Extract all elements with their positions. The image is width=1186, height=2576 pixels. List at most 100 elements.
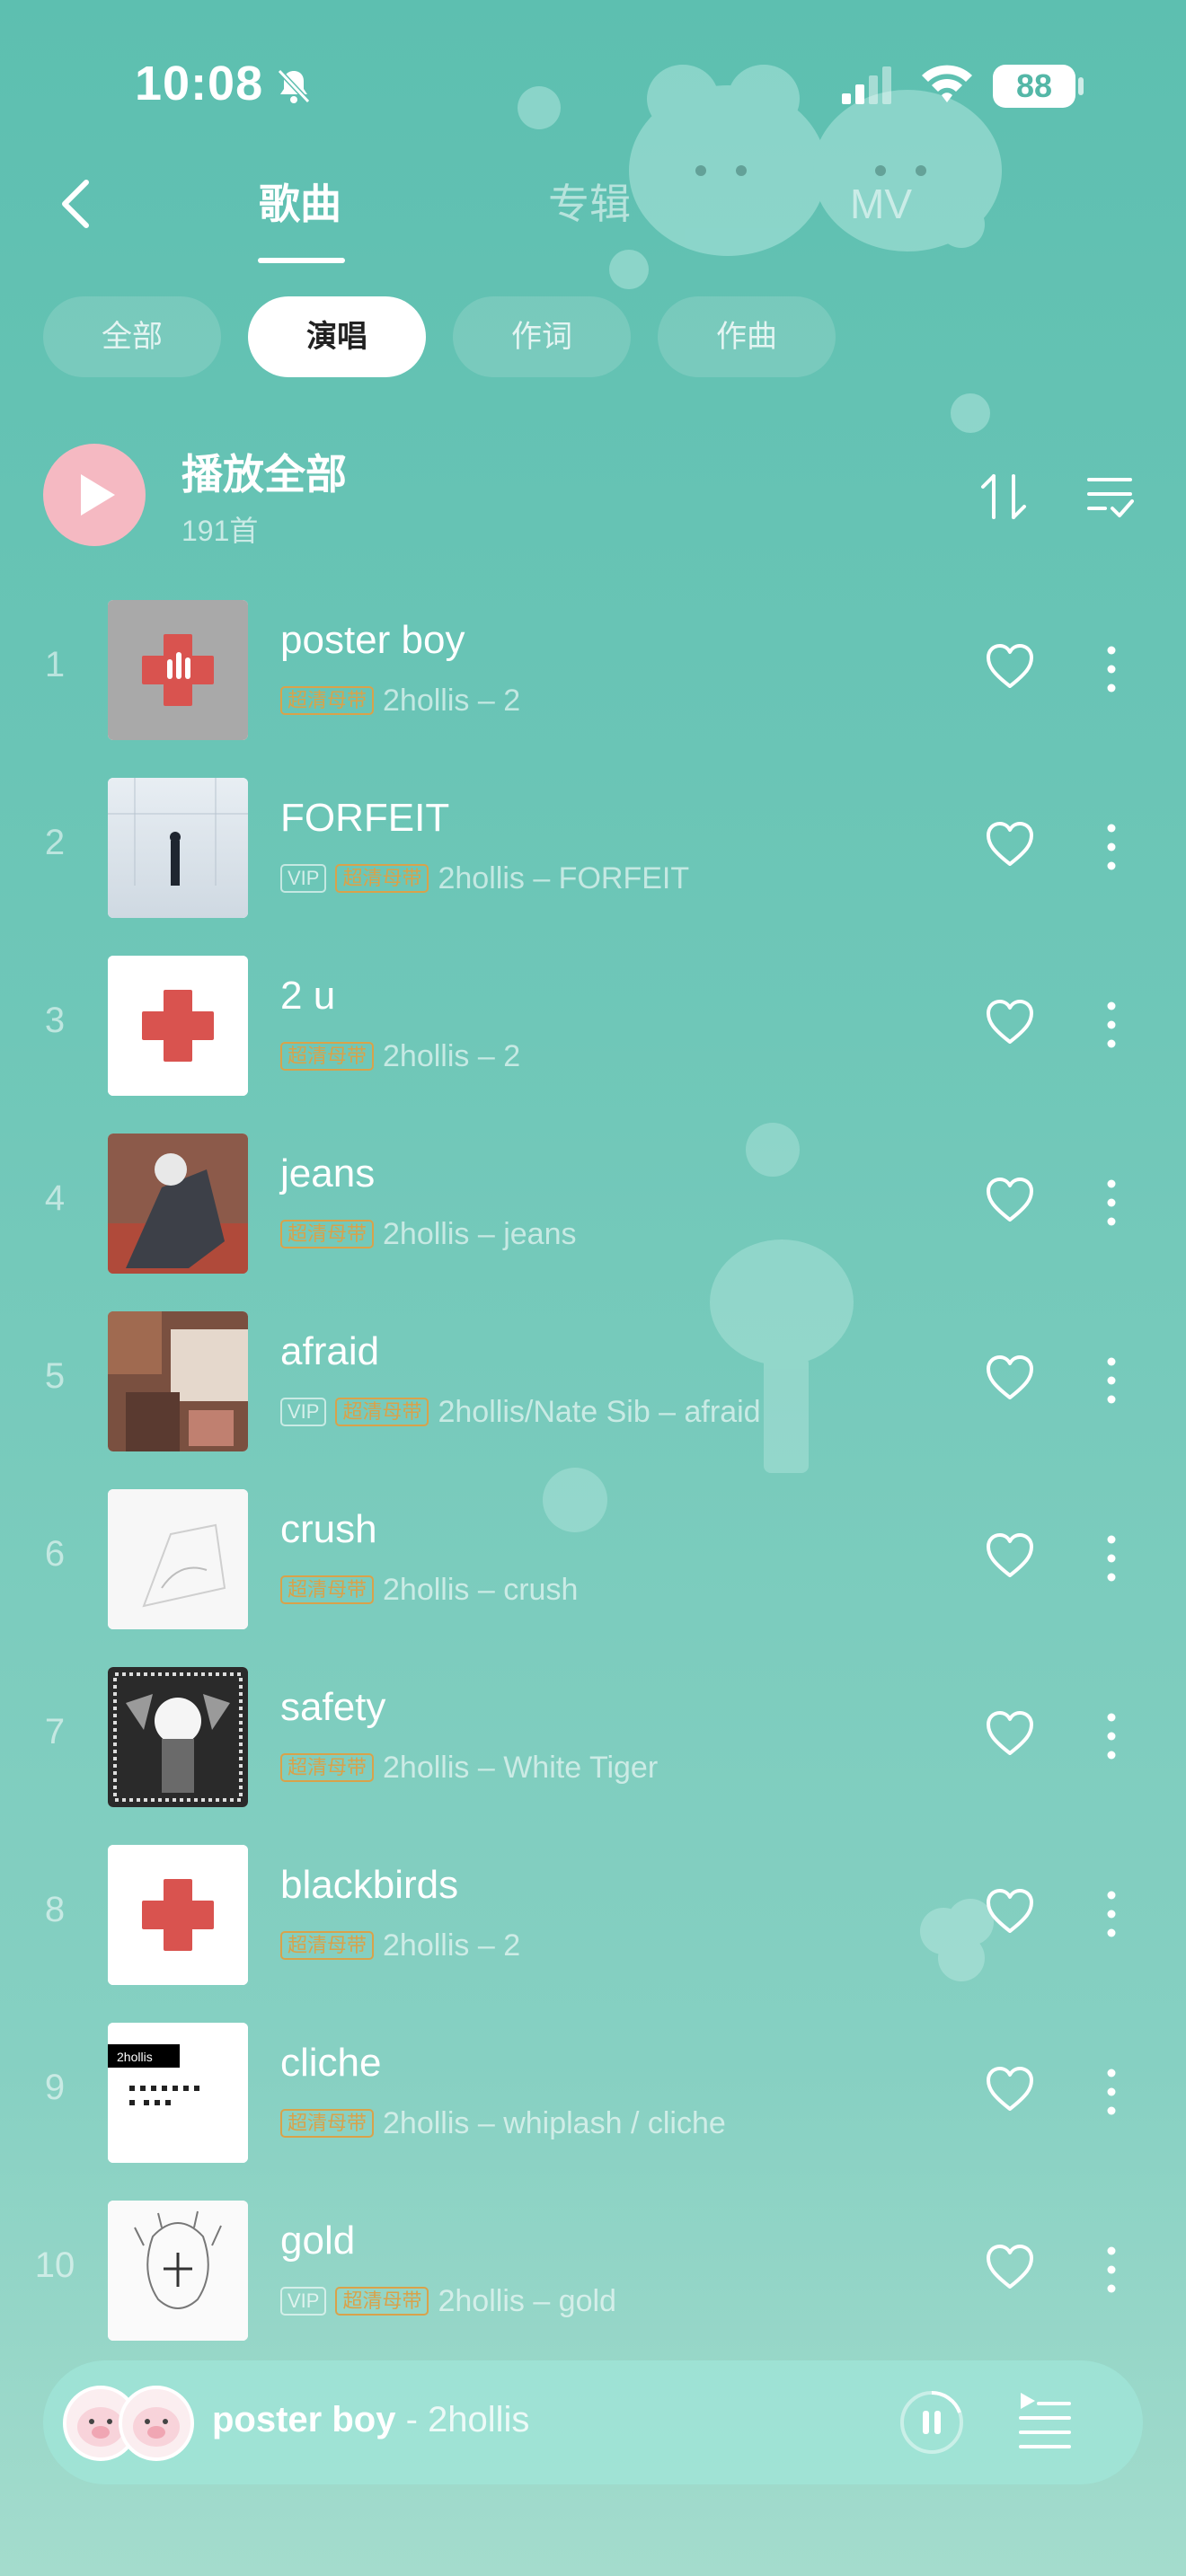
song-row[interactable]: 7 safety 超清母带 2hollis – White Tiger (0, 1649, 1186, 1827)
song-row[interactable]: 5 afraid VIP 超清母带 2hollis/Nate Sib – afraid (0, 1293, 1186, 1471)
song-count: 191首 (181, 515, 259, 547)
hq-badge: 超清母带 (280, 1575, 375, 1604)
heart-icon[interactable] (985, 2244, 1035, 2290)
song-index: 2 (44, 823, 66, 862)
hq-badge: 超清母带 (280, 1220, 375, 1248)
song-index: 9 (44, 2068, 66, 2107)
more-options-icon[interactable] (1098, 1178, 1125, 1227)
heart-icon[interactable] (985, 999, 1035, 1045)
back-arrow-icon[interactable] (54, 175, 99, 233)
song-index: 6 (44, 1534, 66, 1574)
more-options-icon[interactable] (1098, 1534, 1125, 1583)
album-cover[interactable] (108, 1845, 248, 1985)
song-index: 10 (34, 2245, 75, 2285)
heart-icon[interactable] (985, 821, 1035, 868)
multi-select-icon[interactable] (1085, 474, 1134, 519)
more-options-icon[interactable] (1098, 2245, 1125, 2294)
heart-icon[interactable] (985, 643, 1035, 690)
song-index: 1 (44, 645, 66, 684)
bell-muted-icon (277, 68, 311, 104)
song-title[interactable]: FORFEIT (280, 796, 449, 841)
heart-icon[interactable] (985, 1532, 1035, 1579)
song-artist-album: 2hollis – gold (438, 2283, 616, 2318)
tab-albums[interactable]: 专辑 (548, 175, 631, 233)
more-options-icon[interactable] (1098, 1890, 1125, 1938)
song-index: 5 (44, 1356, 66, 1396)
song-row[interactable]: 6 crush 超清母带 2hollis – crush (0, 1471, 1186, 1649)
more-options-icon[interactable] (1098, 823, 1125, 871)
now-playing-artist: 2hollis (428, 2400, 530, 2439)
filter-chip-vocal[interactable]: 演唱 (248, 296, 426, 377)
sort-icon[interactable] (978, 472, 1030, 521)
more-options-icon[interactable] (1098, 1356, 1125, 1405)
song-row[interactable]: 10 gold VIP 超清母带 2hollis – gold (0, 2183, 1186, 2360)
hq-badge: 超清母带 (280, 1931, 375, 1960)
song-title[interactable]: jeans (280, 1151, 375, 1196)
album-cover[interactable] (108, 956, 248, 1096)
vip-badge: VIP (280, 2287, 327, 2316)
song-artist-album: 2hollis/Nate Sib – afraid (438, 1394, 761, 1429)
song-index: 8 (44, 1890, 66, 1929)
song-title[interactable]: 2 u (280, 974, 335, 1019)
hq-badge: 超清母带 (280, 1042, 375, 1071)
heart-icon[interactable] (985, 1888, 1035, 1935)
song-row[interactable]: 4 jeans 超清母带 2hollis – jeans (0, 1116, 1186, 1293)
more-options-icon[interactable] (1098, 645, 1125, 693)
song-artist-album: 2hollis – White Tiger (383, 1750, 659, 1785)
more-options-icon[interactable] (1098, 1712, 1125, 1760)
song-row[interactable]: 1 poster boy 超清母带 2hollis – 2 (0, 582, 1186, 760)
play-all-label[interactable]: 播放全部 (181, 442, 347, 501)
album-cover[interactable] (108, 600, 248, 740)
album-cover[interactable] (108, 1667, 248, 1807)
vip-badge: VIP (280, 864, 327, 893)
now-playing-separator: - (395, 2400, 429, 2439)
mini-player[interactable] (43, 2360, 1143, 2484)
tab-mv[interactable]: MV (850, 175, 912, 233)
album-cover[interactable]: 2hollis (108, 2023, 248, 2163)
song-artist-album: 2hollis – whiplash / cliche (383, 2105, 726, 2140)
hq-badge: 超清母带 (335, 2287, 429, 2316)
album-cover[interactable] (108, 1134, 248, 1274)
hq-badge: 超清母带 (335, 864, 429, 893)
more-options-icon[interactable] (1098, 1001, 1125, 1049)
song-row[interactable]: 9 2hollis cliche 超清母带 2hollis – whiplash / c… (0, 2005, 1186, 2183)
song-artist-album: 2hollis – jeans (383, 1216, 577, 1251)
tab-songs[interactable]: 歌曲 (259, 175, 341, 233)
now-playing-title: poster boy (212, 2400, 396, 2439)
pig-avatar-icon (133, 2407, 180, 2447)
heart-icon[interactable] (985, 1710, 1035, 1757)
song-row[interactable]: 2 FORFEIT VIP 超清母带 2hollis – FORFEIT (0, 760, 1186, 938)
song-title[interactable]: crush (280, 1507, 377, 1552)
album-cover[interactable] (108, 1311, 248, 1451)
hq-badge: 超清母带 (280, 1753, 375, 1782)
song-artist-album: 2hollis – 2 (383, 1038, 521, 1073)
song-title[interactable]: safety (280, 1685, 385, 1730)
song-row[interactable]: 8 blackbirds 超清母带 2hollis – 2 (0, 1827, 1186, 2005)
song-row[interactable]: 3 2 u 超清母带 2hollis – 2 (0, 938, 1186, 1116)
song-subtitle-line: VIP 超清母带 2hollis – FORFEIT (280, 860, 689, 896)
heart-icon[interactable] (985, 1177, 1035, 1223)
filter-chip-all[interactable]: 全部 (43, 296, 221, 377)
album-cover[interactable] (108, 1489, 248, 1629)
song-title[interactable]: cliche (280, 2041, 382, 2086)
playlist-icon[interactable] (1017, 2391, 1073, 2450)
album-cover[interactable] (108, 778, 248, 918)
song-title[interactable]: poster boy (280, 618, 465, 663)
song-title[interactable]: afraid (280, 1329, 379, 1374)
vip-badge: VIP (280, 1398, 327, 1426)
pause-button[interactable] (898, 2389, 965, 2456)
play-all-button[interactable] (43, 444, 146, 546)
filter-chip-lyrics[interactable]: 作词 (453, 296, 631, 377)
album-cover[interactable] (108, 2201, 248, 2341)
song-subtitle-line: 超清母带 2hollis – White Tiger (280, 1750, 658, 1786)
song-title[interactable]: blackbirds (280, 1863, 458, 1908)
hq-badge: 超清母带 (335, 1398, 429, 1426)
heart-icon[interactable] (985, 1354, 1035, 1401)
mini-player-title[interactable]: poster boy - 2hollis (212, 2400, 529, 2440)
filter-chip-compose[interactable]: 作曲 (658, 296, 836, 377)
more-options-icon[interactable] (1098, 2068, 1125, 2116)
song-index: 3 (44, 1001, 66, 1040)
song-title[interactable]: gold (280, 2219, 355, 2263)
heart-icon[interactable] (985, 2066, 1035, 2113)
battery-cap (1078, 77, 1084, 95)
